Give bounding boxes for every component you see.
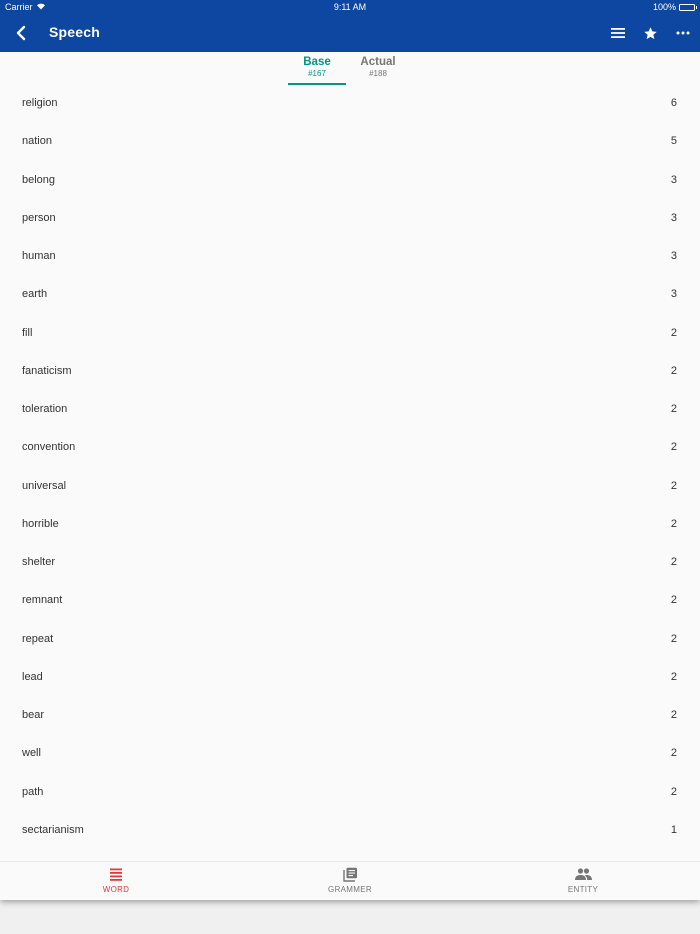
word-count: 2	[670, 556, 677, 568]
battery-group: 100%	[652, 2, 697, 12]
clock: 9:11 AM	[333, 2, 367, 12]
word-label: path	[22, 785, 44, 798]
nav-word[interactable]: WORD	[66, 866, 166, 894]
nav-grammer-label: GRAMMER	[328, 885, 372, 894]
word-label: universal	[22, 479, 67, 492]
word-label: bear	[22, 709, 45, 721]
people-icon	[574, 868, 592, 880]
app-bar: Speech	[0, 14, 700, 52]
nav-word-label: WORD	[102, 885, 130, 894]
word-label: fanaticism	[22, 364, 72, 377]
battery-icon	[679, 3, 697, 11]
tab-bar: Base #167 Actual #188	[0, 52, 700, 88]
list-item[interactable]: earth 3	[0, 276, 700, 314]
word-count: 2	[670, 441, 677, 454]
word-label: repeat	[22, 632, 54, 645]
list-item[interactable]: fill 2	[0, 315, 700, 353]
word-count: 2	[670, 785, 677, 798]
word-count: 5	[670, 135, 677, 148]
word-label: fill	[22, 326, 33, 339]
word-label: lead	[22, 670, 43, 683]
word-count: 2	[670, 364, 677, 377]
tab-actual-count: #188	[369, 69, 387, 78]
list-item[interactable]: human 3	[0, 238, 700, 276]
list-item[interactable]: nation 5	[0, 123, 700, 161]
list-item[interactable]: shelter 2	[0, 544, 700, 582]
word-count: 3	[670, 288, 677, 301]
nav-entity-label: ENTITY	[567, 885, 599, 894]
list-item[interactable]: sectarianism 1	[0, 812, 700, 850]
list-item[interactable]: horrible 2	[0, 506, 700, 544]
word-count: 1	[670, 823, 677, 836]
word-label: well	[22, 747, 41, 760]
list-item[interactable]: belong 3	[0, 162, 700, 200]
list-item[interactable]: repeat 2	[0, 621, 700, 659]
tab-base-count: #167	[308, 69, 326, 78]
list-item[interactable]: well 2	[0, 735, 700, 773]
word-count: 2	[670, 709, 677, 721]
list-icon	[110, 868, 122, 881]
word-label: toleration	[22, 403, 68, 415]
word-count: 3	[670, 250, 677, 262]
word-list: religion 6 nation 5 belong 3 person 3 human 3…	[0, 85, 700, 850]
word-count: 2	[670, 403, 677, 415]
word-count: 6	[670, 97, 677, 109]
menu-lines-icon	[611, 28, 625, 38]
word-count: 2	[670, 326, 677, 339]
word-count: 2	[670, 632, 677, 645]
word-label: person	[22, 211, 56, 224]
word-count: 2	[670, 747, 677, 760]
word-count: 2	[670, 479, 677, 492]
list-item[interactable]: person 3	[0, 200, 700, 238]
list-item[interactable]: fanaticism 2	[0, 353, 700, 391]
word-count: 2	[670, 517, 677, 530]
list-item[interactable]: path 2	[0, 774, 700, 812]
list-item[interactable]: religion 6	[0, 85, 700, 123]
word-label: earth	[22, 288, 48, 301]
more-horizontal-icon	[676, 31, 690, 35]
back-button[interactable]	[10, 22, 32, 44]
status-bar: Carrier 9:11 AM 100%	[0, 0, 700, 14]
list-item[interactable]: bear 2	[0, 697, 700, 735]
list-item[interactable]: universal 2	[0, 468, 700, 506]
star-icon	[643, 26, 657, 39]
word-label: sectarianism	[22, 823, 84, 836]
tab-base[interactable]: Base #167	[288, 55, 346, 79]
list-item[interactable]: toleration 2	[0, 391, 700, 429]
list-item[interactable]: convention 2	[0, 429, 700, 467]
tab-base-label: Base	[303, 56, 331, 68]
word-label: horrible	[22, 517, 59, 530]
word-label: convention	[22, 441, 76, 454]
nav-grammer[interactable]: GRAMMER	[300, 866, 400, 894]
list-item[interactable]: remnant 2	[0, 582, 700, 620]
nav-entity[interactable]: ENTITY	[533, 866, 633, 894]
more-options-button[interactable]	[672, 22, 694, 44]
word-count: 3	[670, 211, 677, 224]
list-view-button[interactable]	[607, 22, 629, 44]
favorite-button[interactable]	[639, 22, 661, 44]
list-item[interactable]: lead 2	[0, 659, 700, 697]
word-label: religion	[22, 97, 58, 109]
tab-actual-label: Actual	[360, 56, 396, 68]
bottom-navigation: WORD GRAMMER ENTITY	[0, 861, 700, 900]
word-label: shelter	[22, 556, 56, 568]
app-screen: Carrier 9:11 AM 100% Speech Base #167 Ac…	[0, 0, 700, 900]
battery-percent: 100%	[652, 2, 676, 12]
word-count: 2	[670, 670, 677, 683]
word-count: 2	[670, 594, 677, 607]
word-label: nation	[22, 135, 52, 148]
library-books-icon	[342, 867, 357, 882]
chevron-left-icon	[16, 25, 26, 41]
word-label: remnant	[22, 594, 63, 607]
tab-actual[interactable]: Actual #188	[349, 55, 407, 79]
word-count: 3	[670, 173, 677, 186]
word-label: belong	[22, 173, 56, 186]
page-title: Speech	[49, 24, 100, 40]
word-label: human	[22, 250, 56, 262]
